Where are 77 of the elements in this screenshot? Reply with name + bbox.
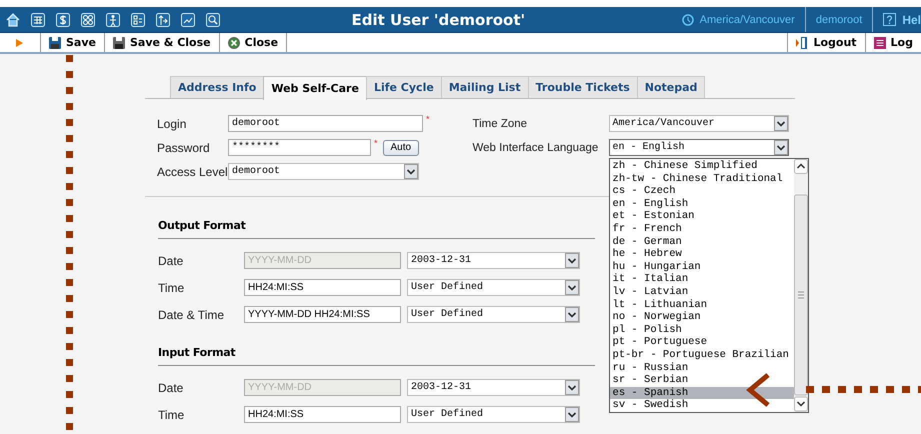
field-label: Web Interface Language xyxy=(472,140,600,156)
language-option[interactable]: sv - Swedish xyxy=(610,399,794,412)
login-field[interactable]: demoroot xyxy=(228,115,423,132)
language-option[interactable]: ru - Russian xyxy=(610,362,794,374)
password-field[interactable]: ******** xyxy=(228,139,371,156)
tab[interactable]: Mailing List xyxy=(440,76,529,98)
language-option[interactable]: zh - Chinese Simplified xyxy=(610,160,794,173)
nodes-icon[interactable] xyxy=(130,12,146,28)
language-option[interactable]: de - German xyxy=(610,236,794,248)
home-icon[interactable] xyxy=(5,12,21,28)
save-icon xyxy=(49,36,61,48)
language-option[interactable]: lt - Lithuanian xyxy=(610,298,794,312)
field-label: Login xyxy=(157,116,188,132)
language-option[interactable]: he - Hebrew xyxy=(610,248,794,261)
person-icon[interactable] xyxy=(105,12,121,28)
time-zone-dropdown[interactable]: America/Vancouver xyxy=(608,115,789,132)
format-field[interactable]: YYYY-MM-DD HH24:MI:SS xyxy=(244,306,401,323)
language-list[interactable] xyxy=(608,158,809,413)
required-mark: * xyxy=(426,114,430,124)
language-option[interactable]: fr - French xyxy=(610,222,794,236)
table-icon[interactable] xyxy=(30,12,46,28)
language-option[interactable]: pt - Portuguese xyxy=(610,336,794,349)
auto-button[interactable]: Auto xyxy=(382,140,420,156)
tab[interactable]: Notepad xyxy=(636,76,706,98)
language-option[interactable]: es - Spanish xyxy=(610,386,794,400)
tab[interactable]: Trouble Tickets xyxy=(528,76,638,98)
play-icon xyxy=(16,38,23,46)
section-title: Input Format xyxy=(158,324,595,366)
format-field[interactable]: HH24:MI:SS xyxy=(244,279,401,296)
language-option[interactable]: et - Estonian xyxy=(610,210,794,223)
scrollbar[interactable] xyxy=(794,159,808,412)
field-label: Access Level xyxy=(157,164,228,180)
close-icon xyxy=(228,36,240,48)
field-label: Date xyxy=(158,380,184,396)
help-icon xyxy=(883,13,896,26)
field-label: Time xyxy=(158,280,186,296)
language-option[interactable]: hu - Hungarian xyxy=(610,260,794,274)
timezone-link[interactable]: America/Vancouver xyxy=(700,14,795,26)
field-label: Time xyxy=(158,406,186,424)
format-field: YYYY-MM-DD xyxy=(244,379,401,396)
language-option[interactable]: cs - Czech xyxy=(610,185,794,198)
format-dropdown[interactable]: User Defined xyxy=(407,306,580,323)
format-field[interactable]: HH24:MI:SS xyxy=(244,406,401,423)
save-icon xyxy=(112,36,125,48)
language-option[interactable]: it - Italian xyxy=(610,273,794,286)
access-level-dropdown[interactable]: demoroot xyxy=(228,163,419,180)
tab[interactable]: Web Self-Care xyxy=(263,76,367,100)
section-title: Output Format xyxy=(158,197,595,239)
circles-icon[interactable] xyxy=(80,12,96,28)
format-field: YYYY-MM-DD xyxy=(244,252,401,269)
language-option[interactable]: no - Norwegian xyxy=(610,311,794,324)
route-icon[interactable] xyxy=(155,12,171,28)
help-link[interactable]: Hel xyxy=(902,12,921,26)
language-dropdown[interactable]: en - English xyxy=(608,139,789,156)
tab[interactable]: Address Info xyxy=(170,76,264,98)
chart-icon[interactable] xyxy=(180,12,196,28)
language-option[interactable]: sr - Serbian xyxy=(610,374,794,387)
language-option[interactable]: pl - Polish xyxy=(610,324,794,336)
language-option[interactable]: en - English xyxy=(610,198,794,210)
clock-icon xyxy=(682,14,694,26)
language-option[interactable]: pt-br - Portuguese Brazilian xyxy=(610,348,794,362)
field-label: Time Zone xyxy=(472,116,528,132)
format-dropdown[interactable]: User Defined xyxy=(407,279,580,296)
field-label: Password xyxy=(157,140,211,156)
field-label: Date xyxy=(158,252,184,270)
dollar-icon[interactable] xyxy=(55,12,71,28)
language-option[interactable]: zh-tw - Chinese Traditional xyxy=(610,172,794,186)
list-icon xyxy=(874,36,886,48)
search-icon[interactable] xyxy=(205,12,221,28)
language-option[interactable]: lv - Latvian xyxy=(610,286,794,299)
tab[interactable]: Life Cycle xyxy=(366,76,442,98)
window-title: Edit User 'demoroot' xyxy=(350,10,526,28)
required-mark: * xyxy=(374,138,378,148)
door-icon xyxy=(796,36,808,48)
user-link[interactable]: demoroot xyxy=(816,14,862,26)
format-dropdown[interactable]: User Defined xyxy=(407,406,580,423)
field-label: Date & Time xyxy=(158,306,226,324)
